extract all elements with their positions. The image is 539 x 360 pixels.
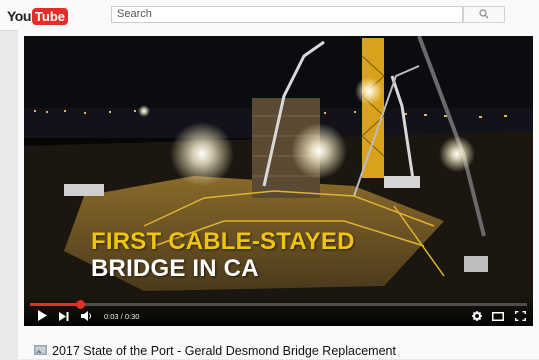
video-player[interactable]: FIRST CABLE-STAYED BRIDGE IN CA 0:03 / 0… — [24, 36, 533, 326]
volume-icon — [80, 308, 92, 326]
progress-bar[interactable] — [30, 300, 527, 309]
youtube-logo[interactable]: You Tube — [7, 7, 68, 25]
player-controls: 0:03 / 0:30 — [24, 295, 533, 326]
progress-played — [30, 303, 80, 306]
masthead: You Tube Search — [0, 0, 539, 31]
next-icon — [59, 308, 69, 326]
video-title-row: 2017 State of the Port - Gerald Desmond … — [34, 343, 396, 359]
theater-mode-icon — [492, 308, 504, 326]
search-input[interactable]: Search — [111, 6, 463, 23]
watch-page: FIRST CABLE-STAYED BRIDGE IN CA 0:03 / 0… — [18, 30, 539, 359]
fullscreen-button[interactable] — [512, 308, 528, 326]
logo-you-text: You — [7, 8, 31, 24]
theater-mode-button[interactable] — [490, 311, 506, 323]
next-button[interactable] — [56, 311, 72, 323]
play-button[interactable] — [34, 308, 50, 326]
magnifier-icon — [479, 6, 489, 24]
video-thumbnail-icon — [34, 342, 47, 360]
caption-line-2: BRIDGE IN CA — [91, 255, 259, 282]
settings-button[interactable] — [470, 311, 484, 323]
settings-icon — [472, 308, 482, 326]
logo-tube-text: Tube — [31, 7, 68, 25]
time-display: 0:03 / 0:30 — [104, 312, 140, 321]
video-title[interactable]: 2017 State of the Port - Gerald Desmond … — [52, 344, 396, 358]
video-caption: FIRST CABLE-STAYED BRIDGE IN CA — [91, 228, 355, 282]
volume-button[interactable] — [78, 311, 94, 323]
video-frame — [24, 36, 533, 326]
play-icon — [37, 308, 47, 326]
caption-line-1: FIRST CABLE-STAYED — [91, 228, 355, 255]
search-button[interactable] — [463, 6, 505, 23]
fullscreen-icon — [514, 308, 526, 326]
